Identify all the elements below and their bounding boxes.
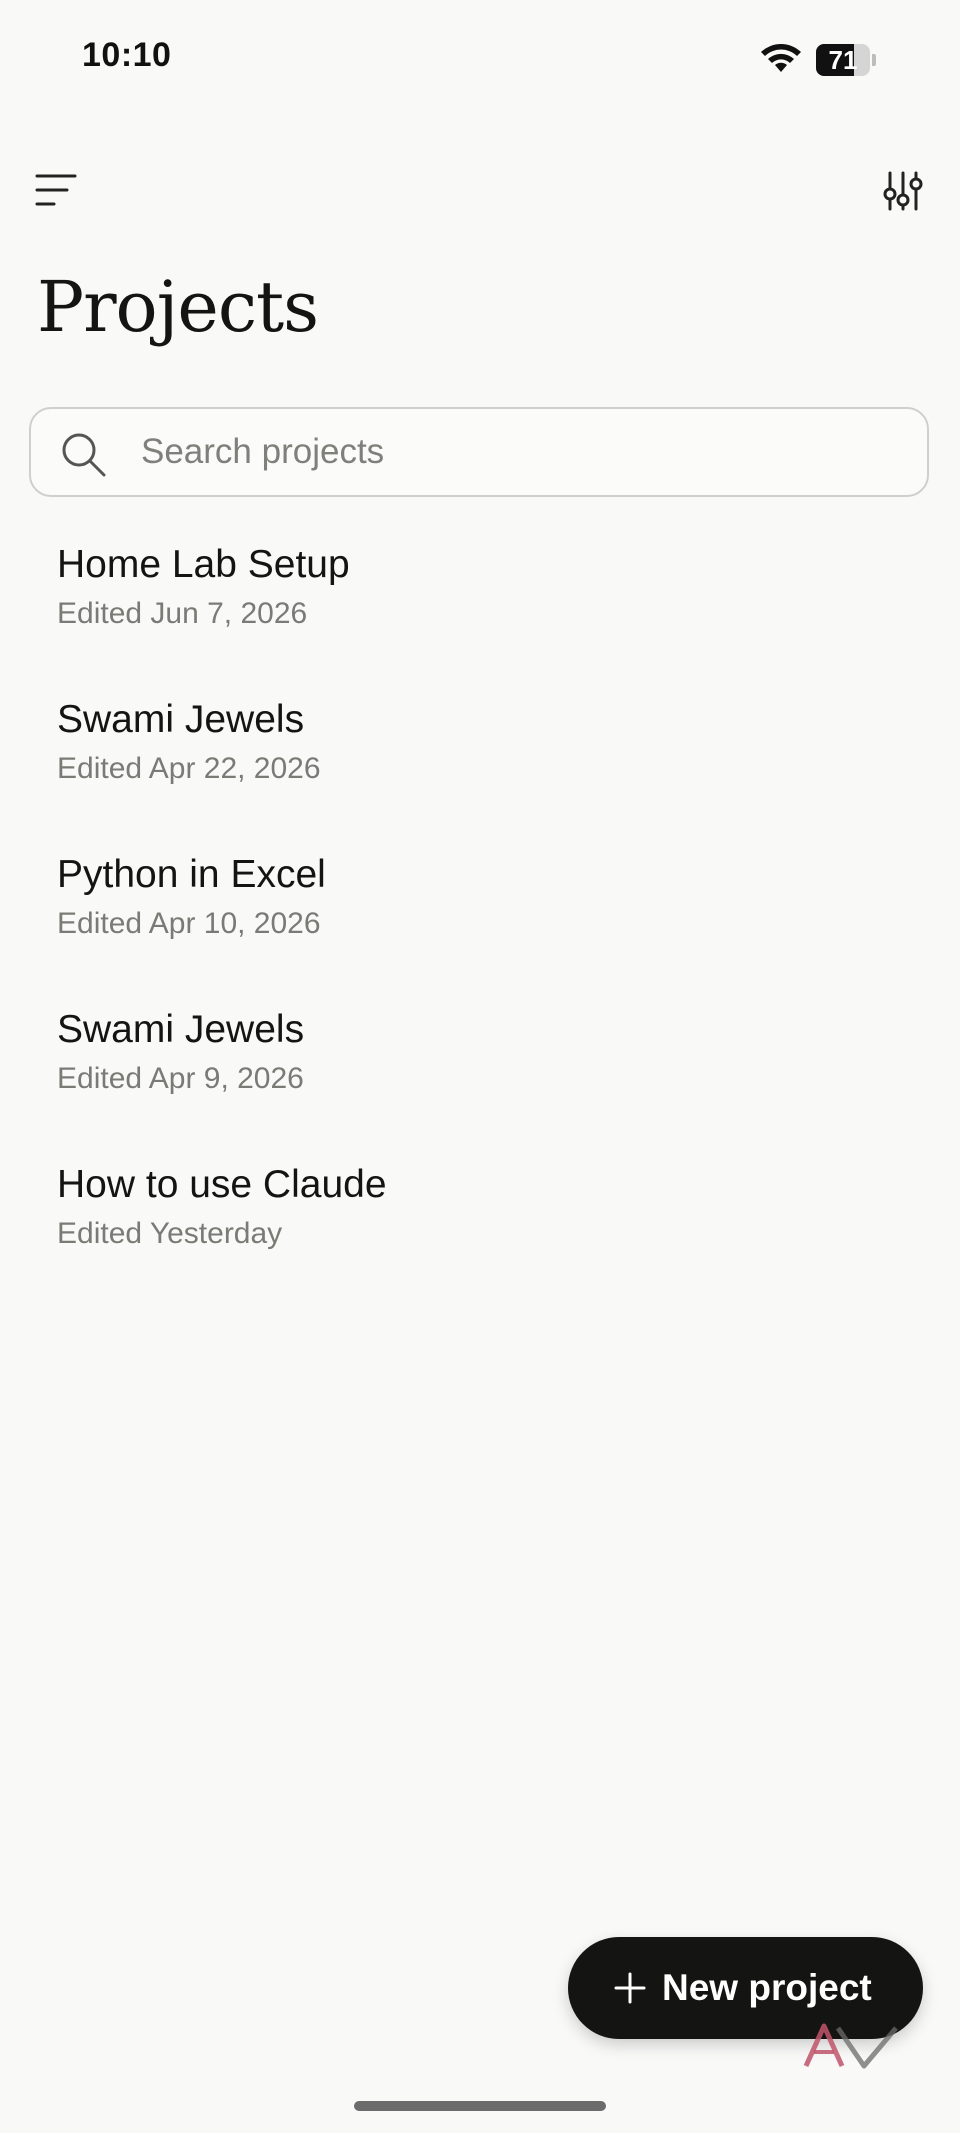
project-name: Swami Jewels — [57, 698, 305, 741]
search-icon — [62, 433, 106, 477]
wifi-icon — [761, 44, 801, 72]
battery-level: 71 — [828, 45, 858, 75]
battery-body: 71 — [816, 44, 870, 76]
search-input[interactable] — [141, 409, 901, 495]
project-list-item[interactable]: Home Lab Setup Edited Jun 7, 2026 — [0, 540, 960, 695]
project-name: How to use Claude — [57, 1163, 387, 1206]
page-title: Projects — [37, 266, 319, 348]
project-name: Python in Excel — [57, 853, 326, 896]
project-name: Swami Jewels — [57, 1008, 305, 1051]
watermark-logo-icon — [803, 2023, 898, 2069]
project-list: Home Lab Setup Edited Jun 7, 2026 Swami … — [0, 540, 960, 1315]
project-name: Home Lab Setup — [57, 543, 350, 586]
project-list-item[interactable]: Swami Jewels Edited Apr 22, 2026 — [0, 695, 960, 850]
hamburger-menu-icon[interactable] — [34, 168, 78, 212]
home-indicator[interactable] — [354, 2101, 606, 2111]
project-edited-date: Edited Apr 22, 2026 — [57, 752, 321, 785]
project-edited-date: Edited Apr 10, 2026 — [57, 907, 321, 940]
status-bar: 10:10 71 — [0, 0, 960, 120]
project-list-item[interactable]: How to use Claude Edited Yesterday — [0, 1160, 960, 1315]
battery-cap — [872, 54, 876, 66]
project-list-item[interactable]: Python in Excel Edited Apr 10, 2026 — [0, 850, 960, 1005]
project-edited-date: Edited Yesterday — [57, 1217, 283, 1250]
battery-indicator: 71 — [816, 44, 876, 76]
status-time: 10:10 — [82, 36, 172, 74]
sliders-icon[interactable] — [882, 170, 924, 212]
project-list-item[interactable]: Swami Jewels Edited Apr 9, 2026 — [0, 1005, 960, 1160]
project-edited-date: Edited Apr 9, 2026 — [57, 1062, 304, 1095]
search-box[interactable] — [29, 407, 929, 497]
project-edited-date: Edited Jun 7, 2026 — [57, 597, 308, 630]
plus-icon — [614, 1972, 646, 2004]
